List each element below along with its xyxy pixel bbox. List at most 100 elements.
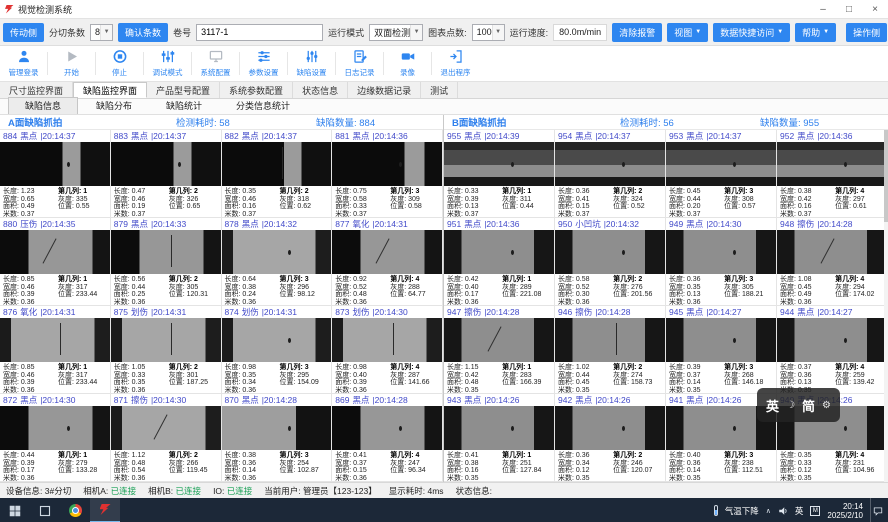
tab-5[interactable]: 边缘数据记录 bbox=[348, 82, 421, 98]
subtab-2[interactable]: 缺陷统计 bbox=[150, 98, 218, 114]
slit-count-select[interactable]: 8 ▼ bbox=[90, 24, 113, 41]
position-line: 位置: 158.73 bbox=[613, 379, 662, 387]
iconbar-button-user[interactable]: 管理登录 bbox=[0, 46, 47, 81]
language-indicator[interactable]: 英 bbox=[795, 505, 804, 517]
iconbar-button-params-sliders[interactable]: 参数设置 bbox=[240, 46, 287, 81]
defect-cell[interactable]: 953 黑点 |20:14:37 长度: 0.45宽度: 0.44面积: 0.2… bbox=[666, 130, 777, 218]
ime-english-toggle[interactable]: 英 bbox=[766, 396, 779, 415]
defect-time: |20:14:36 bbox=[817, 131, 852, 141]
tab-3[interactable]: 系统参数配置 bbox=[220, 82, 293, 98]
view-menu-button[interactable]: 视图 ▼ bbox=[667, 23, 708, 42]
defect-cell[interactable]: 879 黑点 |20:14:33 长度: 0.56宽度: 0.44面积: 0.2… bbox=[111, 218, 222, 306]
defect-id: 873 bbox=[335, 307, 349, 317]
defect-cell[interactable]: 948 擦伤 |20:14:28 长度: 1.08宽度: 0.45面积: 0.4… bbox=[777, 218, 888, 306]
detection-app-taskbar-button[interactable] bbox=[90, 498, 120, 522]
measure-line: 长度: 1.02 bbox=[558, 364, 613, 372]
defect-cell[interactable]: 955 黑点 |20:14:39 长度: 0.33宽度: 0.39面积: 0.1… bbox=[444, 130, 555, 218]
defect-cell[interactable]: 875 划伤 |20:14:31 长度: 1.05宽度: 0.33面积: 0.3… bbox=[111, 306, 222, 394]
moon-icon[interactable]: ☽ bbox=[786, 400, 795, 411]
maximize-button[interactable]: □ bbox=[836, 0, 862, 18]
subtab-3[interactable]: 分类信息统计 bbox=[220, 98, 306, 114]
start-button[interactable] bbox=[0, 498, 30, 522]
defect-cell[interactable]: 946 擦伤 |20:14:28 长度: 1.02宽度: 0.44面积: 0.4… bbox=[555, 306, 666, 394]
defect-cell[interactable]: 951 黑点 |20:14:36 长度: 0.42宽度: 0.40面积: 0.1… bbox=[444, 218, 555, 306]
defect-cell[interactable]: 947 擦伤 |20:14:28 长度: 1.15宽度: 0.42面积: 0.4… bbox=[444, 306, 555, 394]
help-menu-button[interactable]: 帮助 ▼ bbox=[795, 23, 836, 42]
defect-cell[interactable]: 878 黑点 |20:14:32 长度: 0.64宽度: 0.38面积: 0.2… bbox=[222, 218, 333, 306]
measure-line: 面积: 0.39 bbox=[3, 291, 58, 299]
operator-side-button[interactable]: 操作侧 bbox=[846, 23, 887, 42]
measure-line: 面积: 0.48 bbox=[335, 291, 390, 299]
defect-cell[interactable]: 877 氧化 |20:14:31 长度: 0.92宽度: 0.52面积: 0.4… bbox=[332, 218, 443, 306]
defect-cell[interactable]: 952 黑点 |20:14:36 长度: 0.38宽度: 0.42面积: 0.1… bbox=[777, 130, 888, 218]
minimize-button[interactable]: – bbox=[810, 0, 836, 18]
iconbar-button-log[interactable]: 日志记录 bbox=[336, 46, 383, 81]
defect-cell[interactable]: 874 划伤 |20:14:31 长度: 0.98宽度: 0.35面积: 0.3… bbox=[222, 306, 333, 394]
iconbar-button-defect-sliders[interactable]: 缺陷设置 bbox=[288, 46, 335, 81]
defect-cell[interactable]: 945 黑点 |20:14:27 长度: 0.39宽度: 0.37面积: 0.1… bbox=[666, 306, 777, 394]
roll-number-input[interactable] bbox=[196, 24, 323, 41]
iconbar-button-stop[interactable]: 停止 bbox=[96, 46, 143, 81]
subtab-0[interactable]: 缺陷信息 bbox=[8, 97, 78, 114]
drive-side-button[interactable]: 传动侧 bbox=[3, 23, 44, 42]
defect-cell[interactable]: 871 擦伤 |20:14:30 长度: 1.12宽度: 0.48面积: 0.5… bbox=[111, 394, 222, 482]
ime-simplified-toggle[interactable]: 简 bbox=[802, 396, 815, 415]
confirm-count-button[interactable]: 确认条数 bbox=[118, 23, 168, 42]
action-center-button[interactable] bbox=[870, 498, 884, 522]
defect-time: |20:14:37 bbox=[151, 131, 186, 141]
close-button[interactable]: × bbox=[862, 0, 888, 18]
iconbar-button-exit[interactable]: 退出程序 bbox=[432, 46, 479, 81]
defect-cell[interactable]: 943 黑点 |20:14:26 长度: 0.41宽度: 0.38面积: 0.1… bbox=[444, 394, 555, 482]
tab-2[interactable]: 产品型号配置 bbox=[147, 82, 220, 98]
defect-cell[interactable]: 883 黑点 |20:14:37 长度: 0.47宽度: 0.46面积: 0.1… bbox=[111, 130, 222, 218]
defect-cell[interactable]: 942 黑点 |20:14:26 长度: 0.36宽度: 0.34面积: 0.1… bbox=[555, 394, 666, 482]
tab-0[interactable]: 尺寸监控界面 bbox=[0, 82, 73, 98]
run-mode-select[interactable]: 双面检测 ▼ bbox=[369, 24, 423, 41]
defect-cell[interactable]: 870 黑点 |20:14:28 长度: 0.38宽度: 0.36面积: 0.1… bbox=[222, 394, 333, 482]
iconbar-button-monitor[interactable]: 系统配置 bbox=[192, 46, 239, 81]
measure-line: 长度: 0.36 bbox=[558, 452, 613, 460]
defect-cell[interactable]: 869 黑点 |20:14:28 长度: 0.41宽度: 0.37面积: 0.1… bbox=[332, 394, 443, 482]
gear-icon[interactable]: ⚙ bbox=[822, 400, 831, 411]
defect-info: 长度: 0.36宽度: 0.41面积: 0.15米数: 0.37 第几列: 2灰… bbox=[555, 186, 665, 218]
ime-mode-icon[interactable]: M bbox=[810, 506, 820, 516]
iconbar-button-debug-sliders[interactable]: 调试模式 bbox=[144, 46, 191, 81]
defect-cell[interactable]: 880 压伤 |20:14:35 长度: 0.85宽度: 0.46面积: 0.3… bbox=[0, 218, 111, 306]
tray-expand-caret[interactable]: ∧ bbox=[766, 507, 771, 515]
task-view-button[interactable] bbox=[30, 498, 60, 522]
defect-measurements: 长度: 0.40宽度: 0.36面积: 0.14米数: 0.35 bbox=[669, 452, 724, 482]
iconbar-button-camera[interactable]: 录像 bbox=[384, 46, 431, 81]
tab-6[interactable]: 测试 bbox=[421, 82, 458, 98]
defect-cell[interactable]: 881 黑点 |20:14:36 长度: 0.75宽度: 0.58面积: 0.3… bbox=[332, 130, 443, 218]
weather-text[interactable]: 气温下降 bbox=[725, 505, 759, 517]
defect-cell[interactable]: 873 划伤 |20:14:30 长度: 0.98宽度: 0.40面积: 0.3… bbox=[332, 306, 443, 394]
clear-alarm-button[interactable]: 清除报警 bbox=[612, 23, 662, 42]
defect-cell[interactable]: 872 黑点 |20:14:30 长度: 0.44宽度: 0.39面积: 0.1… bbox=[0, 394, 111, 482]
defect-image bbox=[444, 318, 554, 362]
tab-4[interactable]: 状态信息 bbox=[293, 82, 348, 98]
defect-info: 长度: 0.35宽度: 0.33面积: 0.12米数: 0.35 第几列: 4灰… bbox=[777, 450, 887, 482]
vertical-scrollbar[interactable] bbox=[884, 130, 888, 482]
defect-cell[interactable]: 954 黑点 |20:14:37 长度: 0.36宽度: 0.41面积: 0.1… bbox=[555, 130, 666, 218]
defect-cell[interactable]: 884 黑点 |20:14:37 长度: 1.23宽度: 0.65面积: 0.4… bbox=[0, 130, 111, 218]
defect-cell[interactable]: 949 黑点 |20:14:30 长度: 0.36宽度: 0.35面积: 0.1… bbox=[666, 218, 777, 306]
position-line: 第几列: 2 bbox=[169, 276, 218, 284]
subtab-1[interactable]: 缺陷分布 bbox=[80, 98, 148, 114]
data-access-menu-button[interactable]: 数据快捷访问 ▼ bbox=[713, 23, 790, 42]
measure-line: 长度: 0.33 bbox=[447, 188, 502, 196]
ime-language-widget[interactable]: 英 ☽ 简 ⚙ bbox=[757, 388, 840, 422]
tab-1[interactable]: 缺陷监控界面 bbox=[73, 82, 147, 98]
defect-cell[interactable]: 882 黑点 |20:14:37 长度: 0.35宽度: 0.46面积: 0.1… bbox=[222, 130, 333, 218]
defect-cell[interactable]: 944 黑点 |20:14:27 长度: 0.37宽度: 0.36面积: 0.1… bbox=[777, 306, 888, 394]
speaker-icon[interactable] bbox=[778, 506, 788, 516]
clock[interactable]: 20:14 2025/2/10 bbox=[827, 502, 863, 520]
chart-points-select[interactable]: 100 ▼ bbox=[472, 24, 505, 41]
defect-cell[interactable]: 950 小凹坑 |20:14:32 长度: 0.58宽度: 0.52面积: 0.… bbox=[555, 218, 666, 306]
thermometer-icon[interactable] bbox=[714, 505, 718, 516]
defect-cell[interactable]: 876 氧化 |20:14:31 长度: 0.85宽度: 0.46面积: 0.3… bbox=[0, 306, 111, 394]
roll-number-label: 卷号 bbox=[173, 26, 191, 39]
iconbar-button-play[interactable]: 开始 bbox=[48, 46, 95, 81]
scrollbar-thumb[interactable] bbox=[884, 130, 888, 222]
browser-taskbar-button[interactable] bbox=[60, 498, 90, 522]
defect-type: 黑点 bbox=[464, 394, 481, 406]
